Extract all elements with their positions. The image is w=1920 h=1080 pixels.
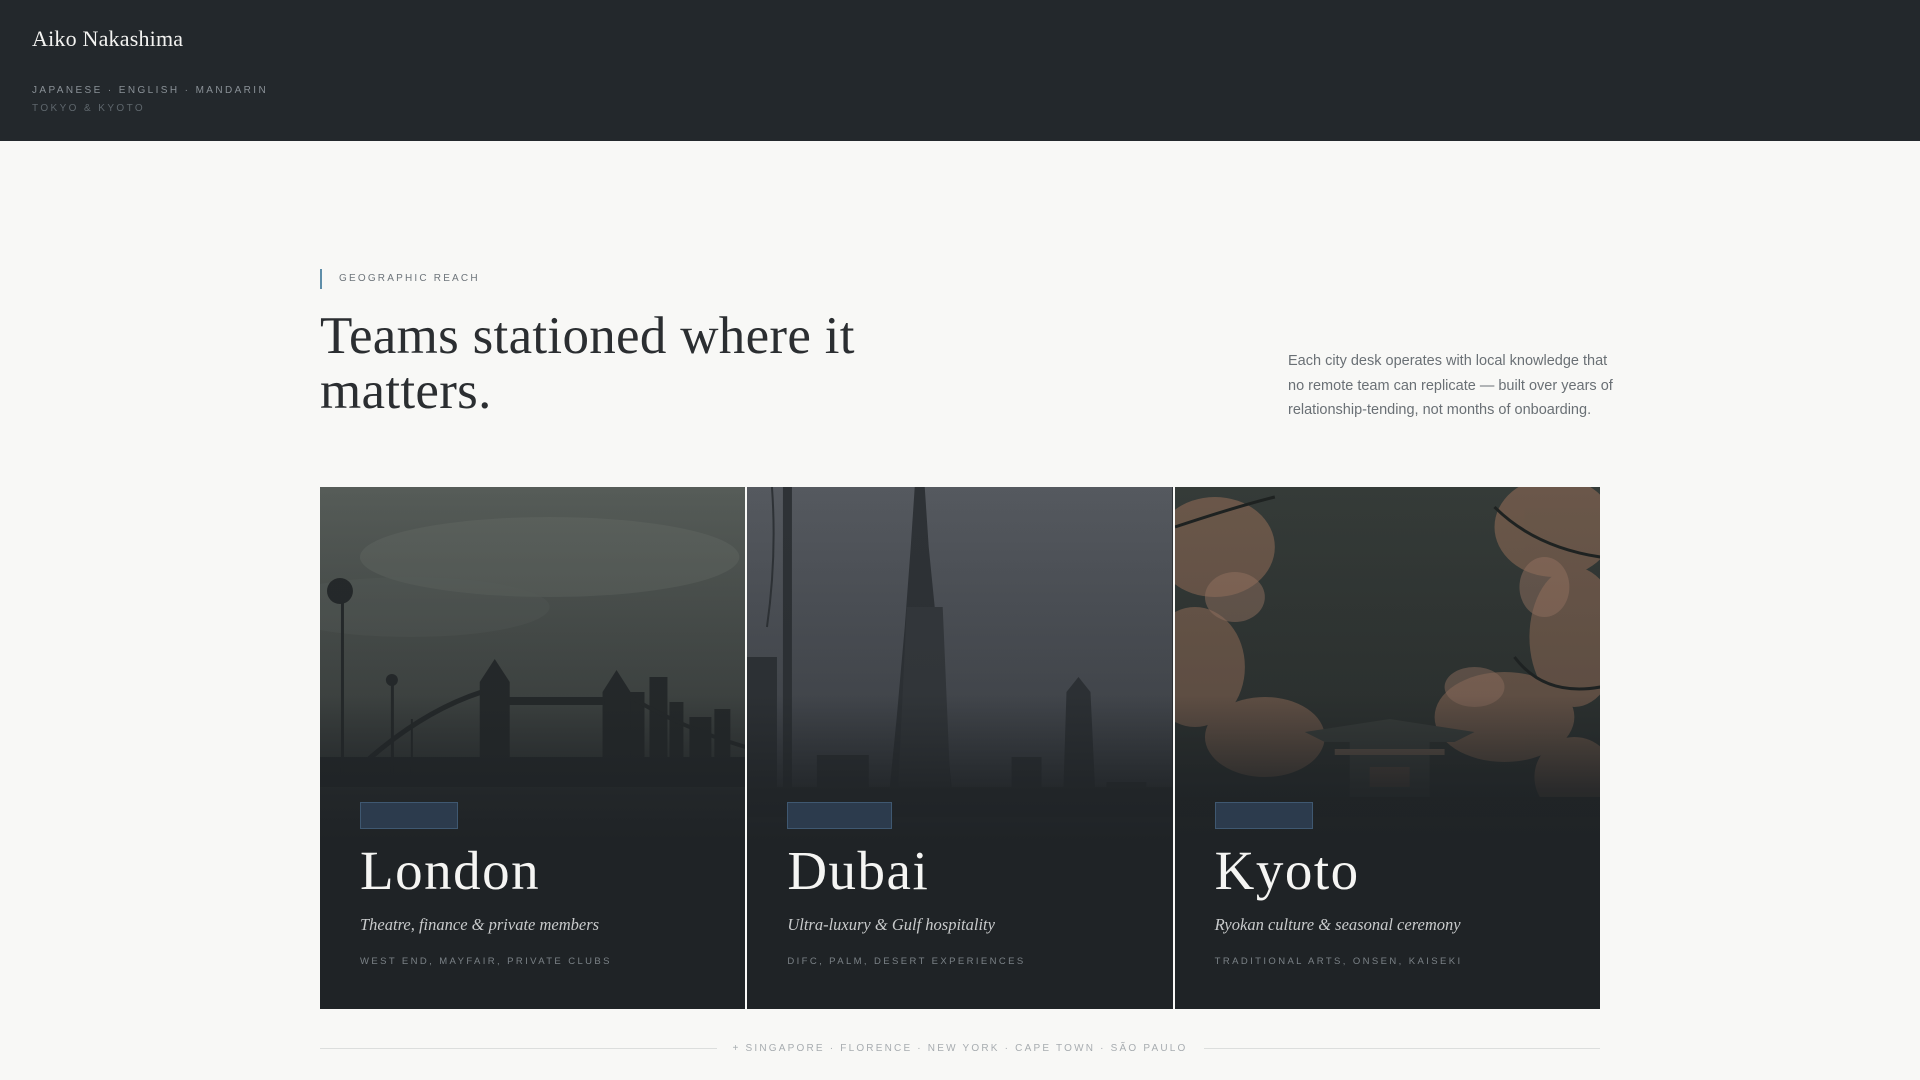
city-name: Dubai	[787, 840, 930, 901]
section-eyebrow: Geographic Reach	[320, 269, 480, 289]
city-focus: Theatre, finance & private members	[360, 915, 600, 934]
city-areas: DIFC, Palm, Desert Experiences	[787, 956, 1026, 967]
brand-base-location: Tokyo & Kyoto	[32, 103, 146, 114]
city-card-london[interactable]: London Theatre, finance & private member…	[320, 487, 746, 1009]
city-focus: Ultra-luxury & Gulf hospitality	[787, 915, 995, 934]
brand-name[interactable]: Aiko Nakashima	[32, 26, 183, 52]
city-tag	[787, 802, 893, 829]
city-card-kyoto[interactable]: Kyoto Ryokan culture & seasonal ceremony…	[1174, 487, 1600, 1009]
city-areas: Traditional Arts, Onsen, Kaiseki	[1214, 956, 1463, 967]
city-areas: West End, Mayfair, Private Clubs	[360, 956, 612, 967]
city-card-dubai[interactable]: Dubai Ultra-luxury & Gulf hospitality DI…	[747, 487, 1173, 1009]
section-intro: Each city desk operates with local knowl…	[1288, 353, 1613, 418]
city-name: London	[360, 840, 541, 901]
city-cards: London Theatre, finance & private member…	[320, 487, 1600, 1009]
city-tag	[360, 802, 458, 829]
brand-languages: Japanese · English · Mandarin	[32, 85, 269, 96]
city-name: Kyoto	[1214, 840, 1360, 901]
more-cities-list: + Singapore · Florence · New York · Cape…	[732, 1042, 1188, 1054]
divider	[320, 1047, 717, 1049]
more-cities-row: + Singapore · Florence · New York · Cape…	[320, 1038, 1600, 1058]
city-focus: Ryokan culture & seasonal ceremony	[1214, 915, 1461, 934]
site-header: Aiko Nakashima Japanese · English · Mand…	[0, 0, 1920, 141]
city-tag	[1214, 802, 1313, 829]
section-headline: Teams stationed where it matters.	[320, 307, 855, 420]
divider	[1203, 1047, 1600, 1049]
